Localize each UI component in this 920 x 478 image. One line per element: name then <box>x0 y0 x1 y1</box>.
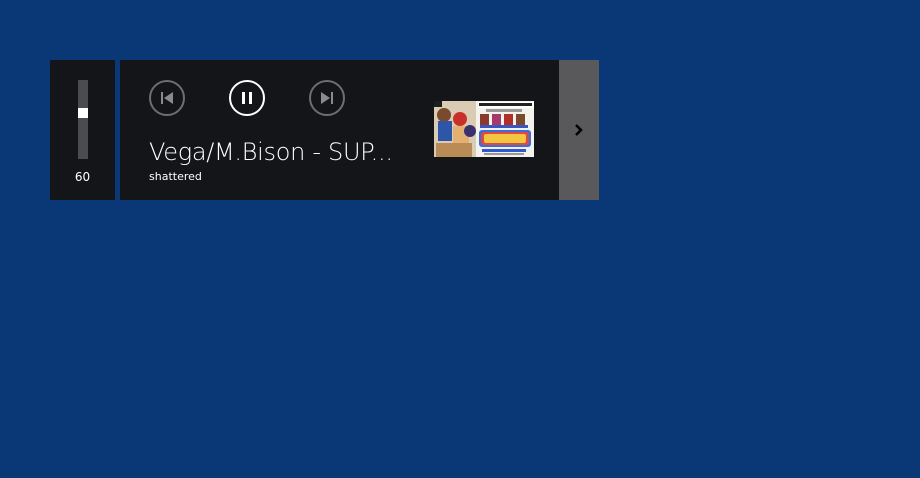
media-player-panel: Vega/M.Bison - SUP... shattered <box>120 60 559 200</box>
volume-panel: 60 <box>50 60 115 200</box>
skip-next-icon <box>321 92 333 104</box>
track-title: Vega/M.Bison - SUP... <box>149 138 393 166</box>
skip-previous-icon <box>161 92 173 104</box>
chevron-right-icon <box>575 124 583 136</box>
previous-track-button[interactable] <box>149 80 185 116</box>
expand-button[interactable] <box>559 60 599 200</box>
track-artist: shattered <box>149 170 202 183</box>
next-track-button[interactable] <box>309 80 345 116</box>
album-art-image <box>434 101 534 157</box>
desktop-background: 60 Vega/M.Bison - SUP... shattered <box>0 0 920 478</box>
volume-slider-thumb[interactable] <box>78 108 88 118</box>
album-art-picture <box>434 101 534 157</box>
pause-icon <box>242 92 252 104</box>
volume-value: 60 <box>74 170 91 184</box>
pause-button[interactable] <box>229 80 265 116</box>
volume-slider[interactable] <box>78 80 88 159</box>
